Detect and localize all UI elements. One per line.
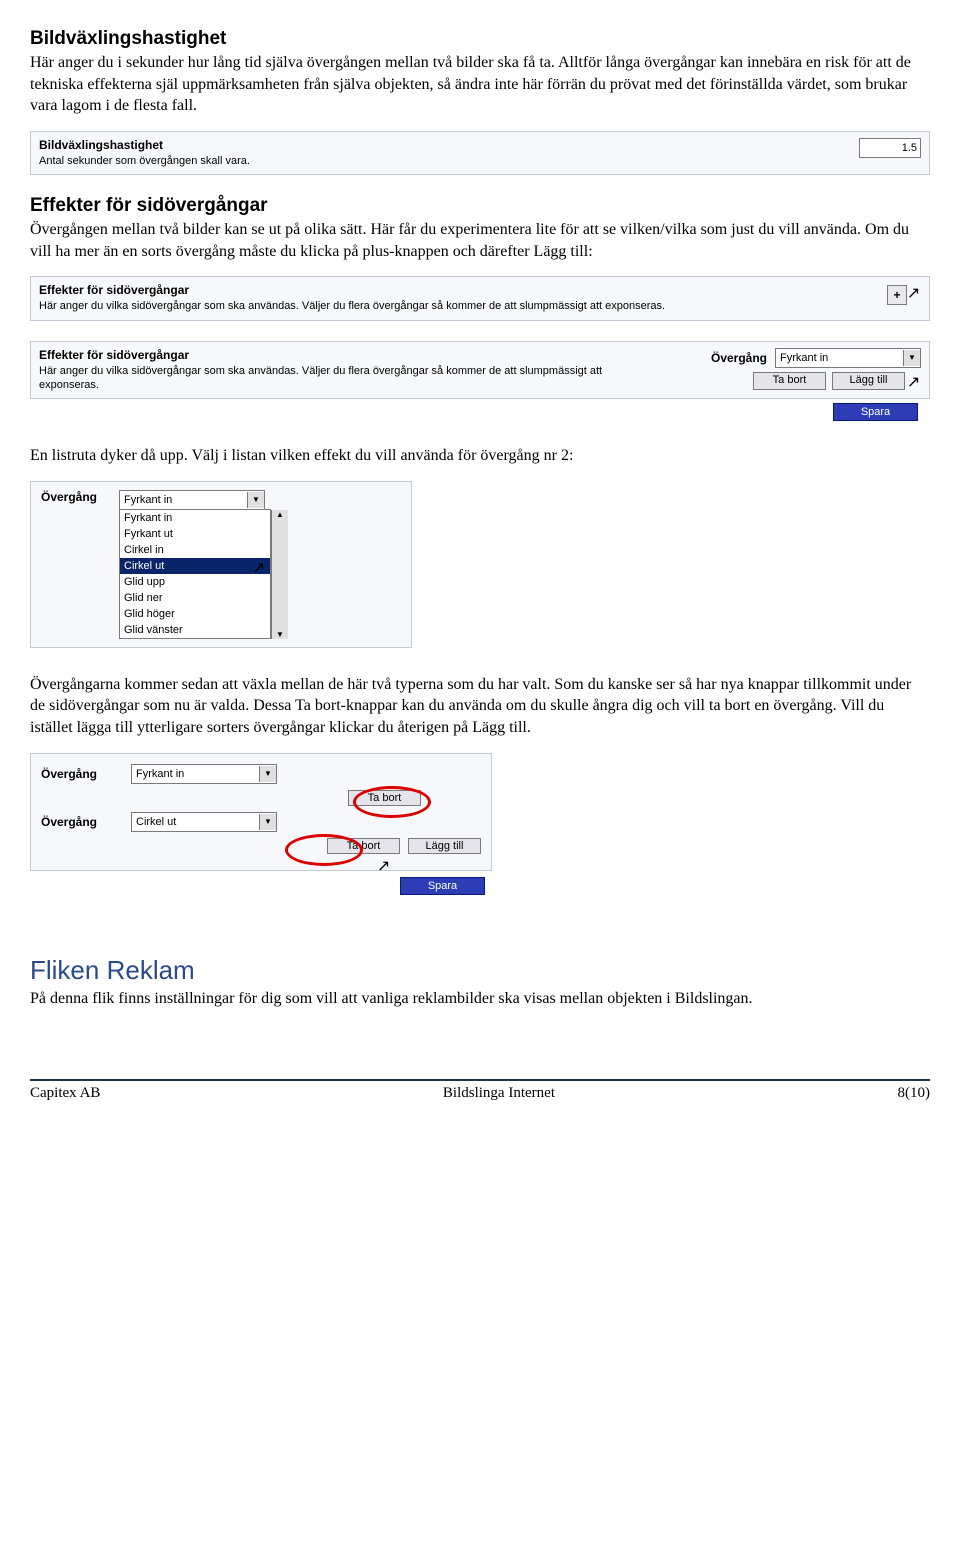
list-option[interactable]: Glid ner xyxy=(120,590,270,606)
transition-listbox[interactable]: Fyrkant inFyrkant utCirkel inCirkel utGl… xyxy=(119,509,271,639)
list-option[interactable]: Glid vänster xyxy=(120,622,270,638)
list-option[interactable]: Fyrkant ut xyxy=(120,526,270,542)
footer-right: 8(10) xyxy=(897,1085,930,1102)
remove-button[interactable]: Ta bort xyxy=(753,372,826,390)
chevron-down-icon: ▼ xyxy=(259,814,276,830)
transition2-dropdown[interactable]: Cirkel ut ▼ xyxy=(131,812,277,832)
add-button[interactable]: Lägg till xyxy=(832,372,905,390)
chevron-down-icon: ▼ xyxy=(259,766,276,782)
panel-title: Bildväxlingshastighet xyxy=(39,138,649,152)
list-option[interactable]: Cirkel ut xyxy=(120,558,270,574)
transition-label: Övergång xyxy=(711,351,767,365)
transition1-value: Fyrkant in xyxy=(136,768,184,780)
fx-title2: Effekter för sidövergångar xyxy=(39,348,649,362)
heading-reklam: Fliken Reklam xyxy=(30,955,930,986)
body-effekter: Övergången mellan två bilder kan se ut p… xyxy=(30,219,930,262)
cursor-icon xyxy=(907,372,921,390)
fx-title: Effekter för sidövergångar xyxy=(39,283,875,297)
footer-center: Bildslinga Internet xyxy=(443,1085,555,1102)
transition-label-r2: Övergång xyxy=(41,815,121,829)
cursor-icon xyxy=(907,283,921,301)
cursor-icon xyxy=(252,558,266,576)
list-option[interactable]: Glid höger xyxy=(120,606,270,622)
transition-label2: Övergång xyxy=(41,490,111,504)
highlight-oval-1 xyxy=(353,786,431,818)
list-option[interactable]: Glid upp xyxy=(120,574,270,590)
list-option[interactable]: Cirkel in xyxy=(120,542,270,558)
heading-effekter: Effekter för sidövergångar xyxy=(30,195,930,217)
list-option[interactable]: Fyrkant in xyxy=(120,510,270,526)
panel-transition-list: Övergång Fyrkant in ▼ Fyrkant inFyrkant … xyxy=(30,481,412,648)
fx-desc: Här anger du vilka sidövergångar som ska… xyxy=(39,299,875,313)
panel-two-transitions: Övergång Fyrkant in ▼ Ta bort Övergång C… xyxy=(30,753,492,871)
scrollbar[interactable]: ▲▼ xyxy=(271,510,288,639)
transition-label-r1: Övergång xyxy=(41,767,121,781)
expand-button[interactable]: + xyxy=(887,285,907,305)
page-footer: Capitex AB Bildslinga Internet 8(10) xyxy=(30,1079,930,1102)
chevron-down-icon: ▼ xyxy=(247,492,264,508)
fx-desc2: Här anger du vilka sidövergångar som ska… xyxy=(39,364,649,393)
body-bildvaxling: Här anger du i sekunder hur lång tid sjä… xyxy=(30,52,930,117)
footer-left: Capitex AB xyxy=(30,1085,100,1102)
panel-desc: Antal sekunder som övergången skall vara… xyxy=(39,154,649,168)
body-section3: Övergångarna kommer sedan att växla mell… xyxy=(30,674,930,739)
body-reklam: På denna flik finns inställningar för di… xyxy=(30,988,930,1010)
add2-button[interactable]: Lägg till xyxy=(408,838,481,854)
panel-bildvaxling: Bildväxlingshastighet Antal sekunder som… xyxy=(30,131,930,175)
chevron-down-icon: ▼ xyxy=(903,350,920,366)
mid-text: En listruta dyker då upp. Välj i listan … xyxy=(30,445,930,467)
panel-effects-collapsed: Effekter för sidövergångar Här anger du … xyxy=(30,276,930,320)
save2-button[interactable]: Spara xyxy=(400,877,485,895)
transition-dropdown-open[interactable]: Fyrkant in ▼ xyxy=(119,490,265,510)
transition1-dropdown[interactable]: Fyrkant in ▼ xyxy=(131,764,277,784)
transition-dropdown[interactable]: Fyrkant in ▼ xyxy=(775,348,921,368)
save-button[interactable]: Spara xyxy=(833,403,918,421)
dropdown-value2: Fyrkant in xyxy=(124,494,172,506)
transition2-value: Cirkel ut xyxy=(136,816,176,828)
panel-effects-expanded: Effekter för sidövergångar Här anger du … xyxy=(30,341,930,400)
heading-bildvaxling: Bildväxlingshastighet xyxy=(30,28,930,50)
highlight-oval-2 xyxy=(285,834,363,866)
cursor-icon xyxy=(377,856,391,874)
dropdown-value: Fyrkant in xyxy=(780,352,828,364)
speed-input[interactable] xyxy=(859,138,921,158)
